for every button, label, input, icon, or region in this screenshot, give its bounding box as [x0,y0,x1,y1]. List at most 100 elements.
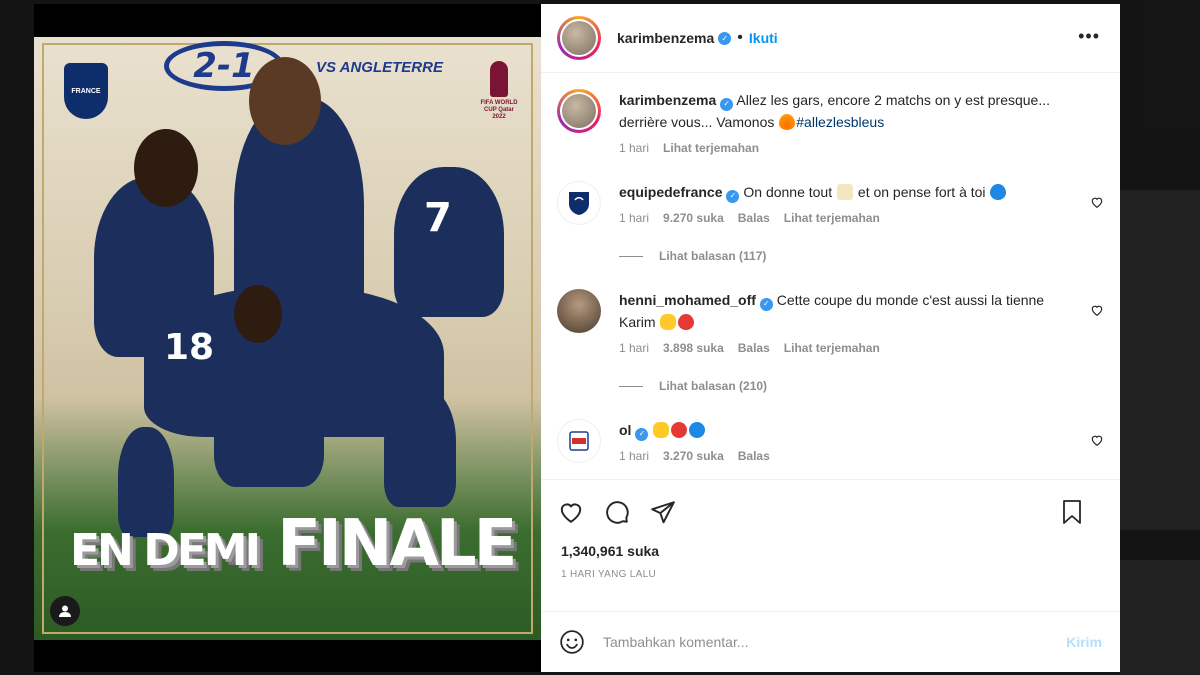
comment-bubble-icon [606,500,629,524]
verified-badge-icon: ✓ [759,297,773,311]
jersey-number: 7 [424,195,452,241]
add-comment-bar: Kirim [541,611,1120,672]
trophy-icon [490,61,508,97]
caption-username[interactable]: karimbenzema [619,92,716,108]
fff-crest-icon [569,192,589,215]
comment-body: On donne tout [743,184,833,200]
tagged-users-button[interactable] [50,596,80,626]
red-circle-emoji-icon [671,422,688,438]
comment-time[interactable]: 1 hari [619,449,649,463]
view-replies-toggle[interactable]: Lihat balasan (210) [619,379,1104,393]
like-comment-heart-icon[interactable] [1090,195,1104,209]
comment-username[interactable]: equipedefrance [619,184,722,200]
worldcup-logo: FIFA WORLD CUP Qatar 2022 [477,61,521,127]
user-icon [59,605,71,617]
caption-avatar[interactable] [557,89,601,133]
reply-button[interactable]: Balas [738,341,770,355]
post-modal: FRANCE 2-1 VS ANGLETERRE FIFA WORLD CUP … [34,4,1120,672]
commenter-avatar[interactable] [557,181,601,225]
post-caption: karimbenzema ✓ Allez les gars, encore 2 m… [557,89,1104,155]
comment-body-cont: et on pense fort à toi [857,184,986,200]
caption-translate-link[interactable]: Lihat terjemahan [663,141,759,155]
opponent-text: VS ANGLETERRE [316,59,443,76]
player-figure [394,167,504,317]
ol-logo-icon [569,431,589,451]
comment-item: henni_mohamed_off ✓ Cette coupe du monde … [557,289,1104,355]
caption-hashtag[interactable]: #allezlesbleus [796,114,884,130]
comment-item: equipedefrance ✓ On donne tout et on pens… [557,181,1104,225]
headline-small: EN DEMI [70,525,261,576]
raising-hands-emoji-icon [660,314,677,330]
verified-badge-icon: ✓ [726,189,740,203]
post-image: FRANCE 2-1 VS ANGLETERRE FIFA WORLD CUP … [34,37,541,640]
verified-badge-icon: ✓ [635,427,649,441]
jersey-number: 18 [164,327,215,368]
player-head [134,129,198,207]
comment-item: ol ✓ 1 hari 3.270 suka Balas [557,419,1104,463]
avatar-image [562,21,596,55]
emoji-picker-icon[interactable] [559,629,585,655]
caption-time[interactable]: 1 hari [619,141,649,155]
follow-button[interactable]: Ikuti [749,30,778,46]
commenter-avatar[interactable] [557,419,601,463]
comment-time[interactable]: 1 hari [619,211,649,225]
comments-list[interactable]: karimbenzema ✓ Allez les gars, encore 2 m… [541,73,1120,479]
red-heart-emoji-icon [678,314,695,330]
comment-meta: 1 hari 3.270 suka Balas [619,449,1059,463]
separator-dot: • [737,29,743,46]
save-button[interactable] [1058,498,1086,526]
paper-plane-icon [651,500,675,523]
bookmark-icon [1063,500,1081,524]
post-comment-button[interactable]: Kirim [1066,634,1102,650]
verified-badge-icon: ✓ [720,97,734,111]
likes-count[interactable]: 1,340,961 suka [541,543,1120,559]
blue-circle-emoji-icon [689,422,706,438]
comment-input[interactable] [603,634,1067,650]
like-comment-heart-icon[interactable] [1090,303,1104,317]
commenter-avatar[interactable] [557,289,601,333]
comment-likes[interactable]: 9.270 suka [663,211,724,225]
like-comment-heart-icon[interactable] [1090,433,1104,447]
verified-badge-icon: ✓ [718,31,732,45]
crossed-swords-emoji-icon [837,184,854,200]
caption-text: karimbenzema ✓ Allez les gars, encore 2 m… [619,89,1059,133]
view-replies-label: Lihat balasan (210) [659,379,768,393]
action-bar [541,479,1120,543]
comment-username[interactable]: henni_mohamed_off [619,292,756,308]
comment-time[interactable]: 1 hari [619,341,649,355]
player-head [234,285,282,343]
comment-text: equipedefrance ✓ On donne tout et on pens… [619,181,1059,203]
raising-hands-emoji-icon [653,422,670,438]
view-replies-toggle[interactable]: Lihat balasan (117) [619,249,1104,263]
comment-likes[interactable]: 3.270 suka [663,449,724,463]
player-figure [384,387,456,507]
fff-crest: FRANCE [64,63,108,119]
comment-likes[interactable]: 3.898 suka [663,341,724,355]
post-media: FRANCE 2-1 VS ANGLETERRE FIFA WORLD CUP … [34,4,541,672]
player-head [249,57,321,145]
comment-meta: 1 hari 9.270 suka Balas Lihat terjemahan [619,211,1059,225]
post-sidebar: karimbenzema ✓ • Ikuti ••• karimbenzema ✓… [541,4,1120,672]
avatar-image [562,94,596,128]
author-avatar[interactable] [557,16,601,60]
translate-link[interactable]: Lihat terjemahan [784,341,880,355]
like-button[interactable] [557,498,585,526]
comment-button[interactable] [603,498,631,526]
comment-text: ol ✓ [619,419,1059,441]
author-username[interactable]: karimbenzema [617,30,714,46]
blue-heart-emoji-icon [990,184,1007,200]
comment-text: henni_mohamed_off ✓ Cette coupe du monde … [619,289,1059,333]
fire-emoji-icon [779,114,796,130]
translate-link[interactable]: Lihat terjemahan [784,211,880,225]
post-timestamp[interactable]: 1 HARI YANG LALU [541,559,1120,580]
view-replies-label: Lihat balasan (117) [659,249,767,263]
reply-button[interactable]: Balas [738,449,770,463]
player-figure [214,327,324,487]
replies-line [619,385,643,387]
heart-icon [560,503,582,523]
semifinal-headline: EN DEMI FINALE [70,507,517,581]
more-options-icon[interactable]: ••• [1078,26,1100,47]
share-button[interactable] [649,498,677,526]
comment-username[interactable]: ol [619,422,631,438]
reply-button[interactable]: Balas [738,211,770,225]
